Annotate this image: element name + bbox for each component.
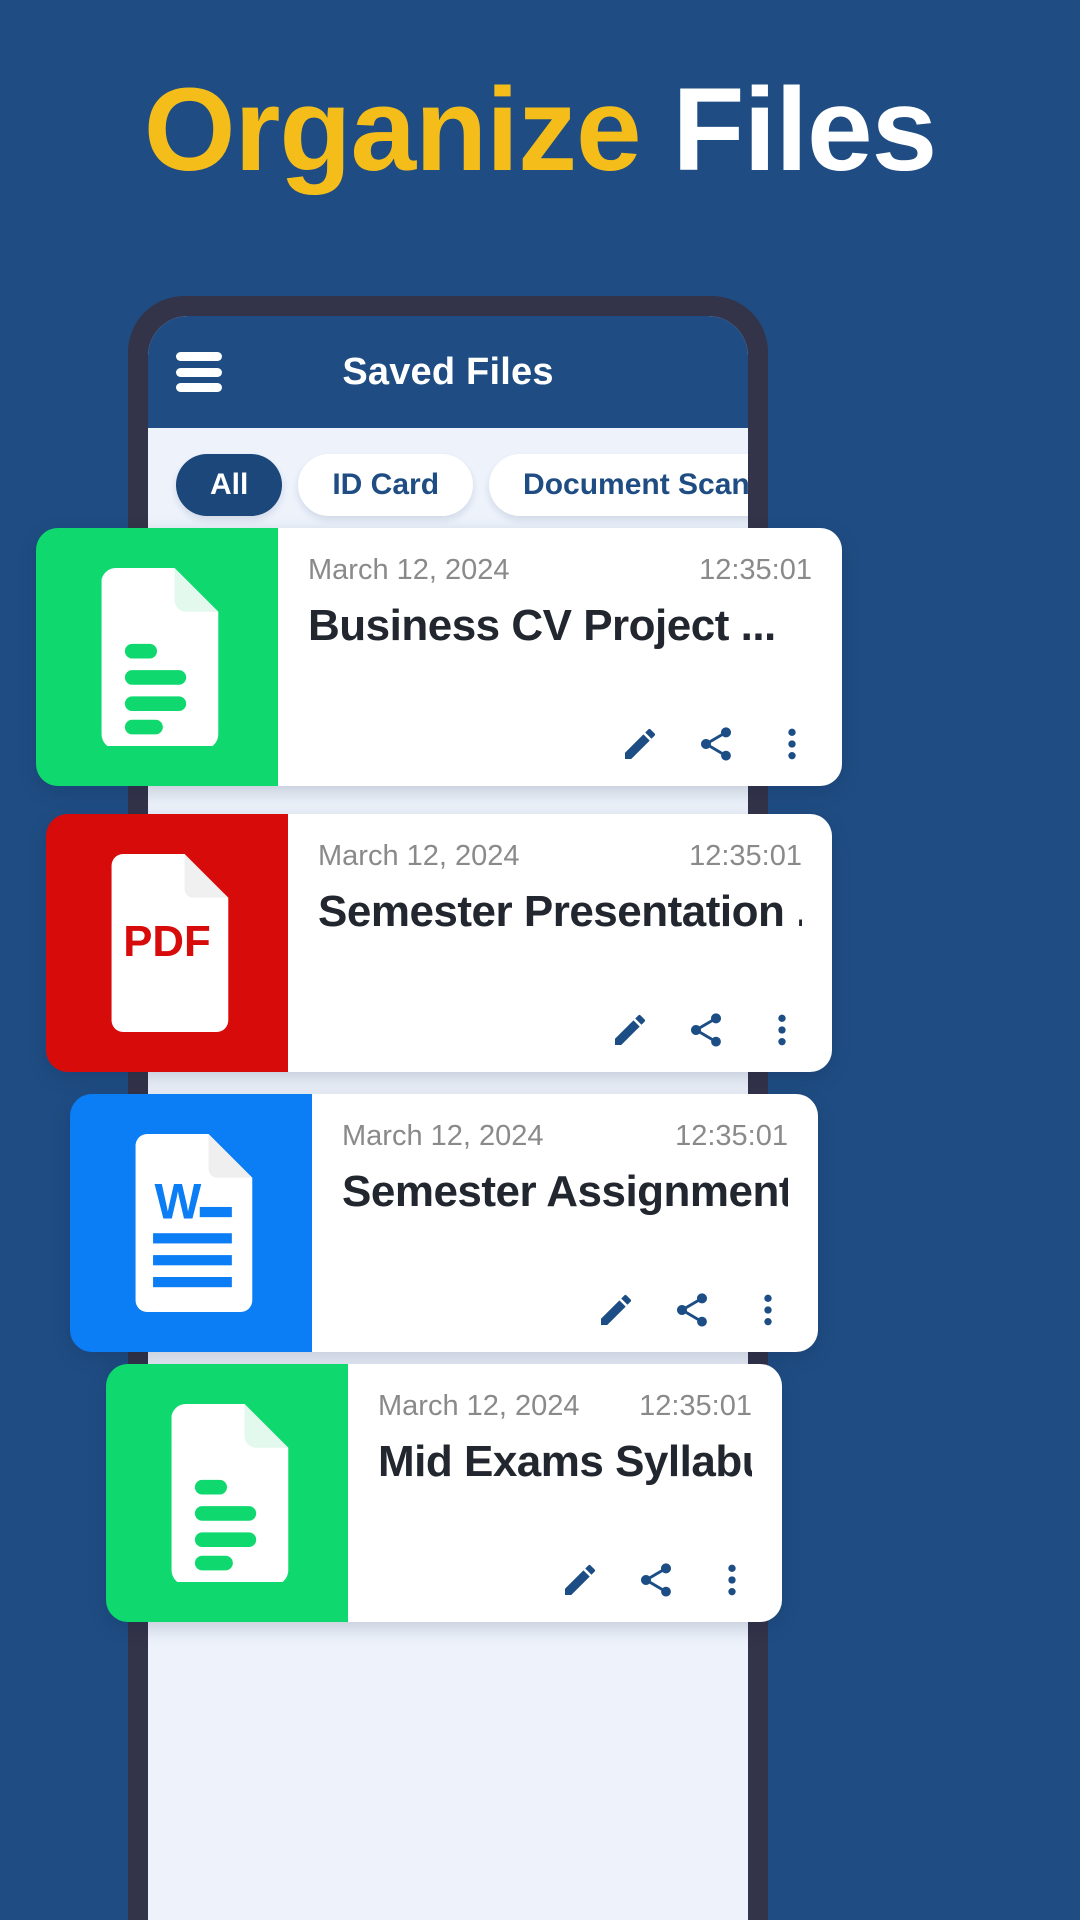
file-card-meta: March 12, 2024 12:35:01 [378, 1390, 752, 1423]
filter-chip-document-scanner[interactable]: Document Scanner [489, 454, 748, 516]
share-icon[interactable] [696, 724, 736, 764]
share-icon[interactable] [686, 1010, 726, 1050]
file-time: 12:35:01 [689, 840, 802, 872]
edit-pencil-icon[interactable] [596, 1290, 636, 1330]
file-card[interactable]: W March 12, 2024 12:35:01 Semester Assig… [70, 1094, 818, 1352]
more-vertical-icon[interactable] [748, 1290, 788, 1330]
file-date: March 12, 2024 [378, 1390, 580, 1422]
pdf-icon: PDF [111, 854, 229, 1032]
hamburger-bar [176, 383, 222, 392]
filter-chip-id-card[interactable]: ID Card [298, 454, 474, 516]
document-icon [101, 568, 219, 746]
more-vertical-icon[interactable] [772, 724, 812, 764]
file-card-actions [560, 1560, 752, 1600]
headline-accent-word: Organize [143, 64, 642, 196]
file-type-tile-document [36, 528, 278, 786]
headline-plain-word: Files [672, 64, 937, 196]
file-card-body: March 12, 2024 12:35:01 Semester Present… [288, 814, 832, 1072]
file-card-meta: March 12, 2024 12:35:01 [308, 554, 812, 587]
file-card-actions [610, 1010, 802, 1050]
edit-pencil-icon[interactable] [620, 724, 660, 764]
file-card-actions [620, 724, 812, 764]
hamburger-icon[interactable] [176, 352, 222, 392]
hamburger-bar [176, 367, 222, 377]
file-card-meta: March 12, 2024 12:35:01 [318, 840, 802, 873]
file-date: March 12, 2024 [318, 840, 520, 872]
file-title: Business CV Project ... [308, 601, 776, 650]
filter-chip-all[interactable]: All [176, 454, 283, 516]
file-card-meta: March 12, 2024 12:35:01 [342, 1120, 788, 1153]
file-time: 12:35:01 [675, 1120, 788, 1152]
file-type-tile-word: W [70, 1094, 312, 1352]
file-type-tile-pdf: PDF [46, 814, 288, 1072]
file-date: March 12, 2024 [308, 554, 510, 586]
file-type-tile-document [106, 1364, 348, 1622]
file-card[interactable]: March 12, 2024 12:35:01 Mid Exams Syllab… [106, 1364, 782, 1622]
share-icon[interactable] [636, 1560, 676, 1600]
file-card-body: March 12, 2024 12:35:01 Semester Assignm… [312, 1094, 818, 1352]
page-headline: Organize Files [0, 64, 1080, 196]
share-icon[interactable] [672, 1290, 712, 1330]
file-card[interactable]: PDF March 12, 2024 12:35:01 Semester Pre… [46, 814, 832, 1072]
edit-pencil-icon[interactable] [560, 1560, 600, 1600]
hamburger-bar [176, 352, 222, 361]
filter-chip-row[interactable]: All ID Card Document Scanner [148, 428, 748, 542]
file-title: Mid Exams Syllabus ... [378, 1437, 752, 1486]
file-card-actions [596, 1290, 788, 1330]
svg-text:W: W [154, 1174, 201, 1230]
file-card[interactable]: March 12, 2024 12:35:01 Business CV Proj… [36, 528, 842, 786]
file-card-body: March 12, 2024 12:35:01 Mid Exams Syllab… [348, 1364, 782, 1622]
app-bar: Saved Files [148, 316, 748, 428]
page-title: Saved Files [342, 350, 554, 393]
document-icon [171, 1404, 289, 1582]
more-vertical-icon[interactable] [762, 1010, 802, 1050]
file-time: 12:35:01 [639, 1390, 752, 1422]
svg-text:PDF: PDF [123, 917, 211, 966]
file-date: March 12, 2024 [342, 1120, 544, 1152]
file-title: Semester Presentation ... [318, 887, 802, 936]
word-document-icon: W [135, 1134, 253, 1312]
more-vertical-icon[interactable] [712, 1560, 752, 1600]
file-time: 12:35:01 [699, 554, 812, 586]
file-title: Semester Assignment ... [342, 1167, 788, 1216]
edit-pencil-icon[interactable] [610, 1010, 650, 1050]
file-card-body: March 12, 2024 12:35:01 Business CV Proj… [278, 528, 842, 786]
